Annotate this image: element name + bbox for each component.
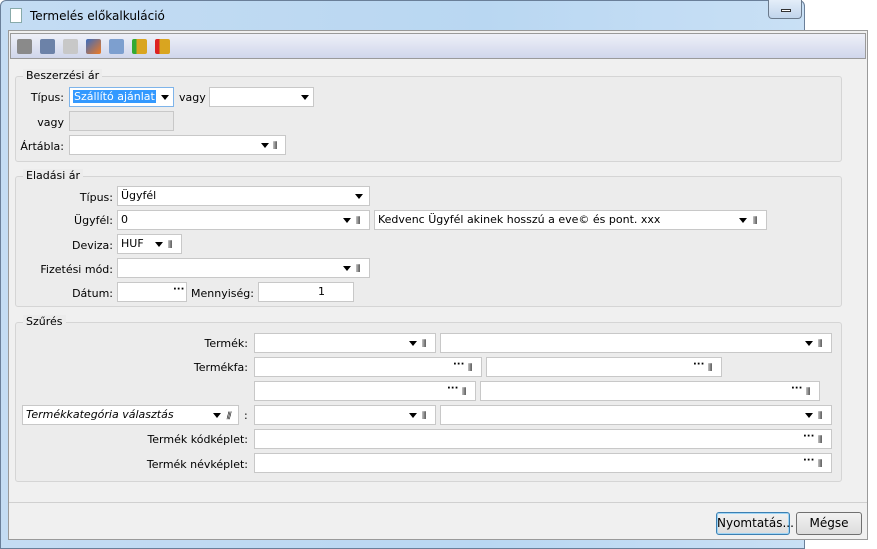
database-refresh-icon[interactable] <box>132 39 147 54</box>
ellipsis-icon[interactable]: ··· <box>453 358 464 374</box>
chevron-down-icon <box>301 95 309 100</box>
chevron-down-icon <box>355 194 363 199</box>
minimize-button[interactable] <box>768 0 802 19</box>
customer-name-select[interactable]: Kedvenc Ügyfél akinek hosszú a eve© és p… <box>374 210 767 230</box>
payment-method-select[interactable]: ⦀ <box>117 258 370 278</box>
currency-value: HUF <box>121 237 144 250</box>
print-preview-icon[interactable] <box>40 39 55 54</box>
name-pattern-field[interactable]: ··· ⦀ <box>254 453 832 473</box>
ellipsis-icon[interactable]: ··· <box>803 454 814 470</box>
group-legend: Eladási ár <box>23 169 84 182</box>
chevron-down-icon <box>409 341 417 346</box>
or-label: vagy <box>179 91 206 104</box>
ellipsis-icon[interactable]: ··· <box>791 382 802 398</box>
selected-value: Ügyfél <box>121 189 157 202</box>
product-category-select[interactable]: Termékkategória választás ⦀ <box>22 405 239 425</box>
database-undo-icon[interactable] <box>155 39 170 54</box>
colon-label: : <box>244 409 248 422</box>
category-code-select[interactable]: ⦀ <box>254 405 436 425</box>
paperclip-icon[interactable]: ⦀ <box>356 261 360 277</box>
chevron-down-icon <box>155 242 163 247</box>
edit-icon[interactable] <box>86 39 101 54</box>
print-button[interactable]: Nyomtatás... <box>716 512 794 535</box>
ellipsis-icon[interactable]: ··· <box>447 382 458 398</box>
type-label: Típus: <box>79 191 113 204</box>
group-legend: Beszerzési ár <box>23 69 103 82</box>
type-label: Típus: <box>30 91 64 104</box>
paperclip-icon[interactable]: ⦀ <box>462 384 466 400</box>
cancel-button[interactable]: Mégse <box>796 512 862 535</box>
group-legend: Szűrés <box>23 315 66 328</box>
chevron-down-icon <box>261 143 269 148</box>
paperclip-icon[interactable]: ⦀ <box>818 456 822 472</box>
document-icon <box>10 8 22 23</box>
category-name-select[interactable]: ⦀ <box>440 405 832 425</box>
chevron-down-icon <box>343 218 351 223</box>
paperclip-icon[interactable]: ⦀ <box>818 336 822 352</box>
paperclip-icon[interactable]: ⦀ <box>168 237 172 253</box>
currency-select[interactable]: HUF ⦀ <box>117 234 182 254</box>
selected-value: Termékkategória választás <box>26 408 174 421</box>
price-table-label: Ártábla: <box>20 140 64 153</box>
copy-icon[interactable] <box>63 39 78 54</box>
chevron-down-icon <box>213 413 221 418</box>
customer-code: 0 <box>121 213 128 226</box>
chevron-down-icon <box>409 413 417 418</box>
ellipsis-icon[interactable]: ··· <box>173 283 184 299</box>
code-pattern-label: Termék kódképlet: <box>147 433 248 446</box>
product-label: Termék: <box>204 337 248 350</box>
code-pattern-field[interactable]: ··· ⦀ <box>254 429 832 449</box>
paperclip-icon[interactable]: ⦀ <box>422 408 426 424</box>
product-name-select[interactable]: ⦀ <box>440 333 832 353</box>
customer-label: Ügyfél: <box>74 214 113 227</box>
name-pattern-label: Termék névképlet: <box>146 458 248 471</box>
paperclip-icon[interactable]: ⦀ <box>818 432 822 448</box>
window-title: Termelés előkalkuláció <box>30 9 165 23</box>
paperclip-icon[interactable]: ⦀ <box>806 384 810 400</box>
quantity-field[interactable]: 1 <box>258 282 354 302</box>
paperclip-icon[interactable]: ⦀ <box>226 408 230 424</box>
product-tree-field[interactable]: ··· ⦀ <box>254 357 482 377</box>
calculator-icon[interactable] <box>109 39 124 54</box>
product-tree-label: Termékfa: <box>193 361 248 374</box>
print-icon[interactable] <box>17 39 32 54</box>
quantity-label: Mennyiség: <box>191 287 254 300</box>
paperclip-icon[interactable]: ⦀ <box>818 408 822 424</box>
paperclip-icon[interactable]: ⦀ <box>753 213 757 229</box>
paperclip-icon[interactable]: ⦀ <box>708 360 712 376</box>
chevron-down-icon <box>805 413 813 418</box>
date-label: Dátum: <box>72 287 113 300</box>
product-tree-name-field[interactable]: ··· ⦀ <box>486 357 722 377</box>
ellipsis-icon[interactable]: ··· <box>803 430 814 446</box>
chevron-down-icon <box>343 266 351 271</box>
divider <box>9 502 867 503</box>
purchase-type-alt-select[interactable] <box>209 87 314 107</box>
price-table-select[interactable]: ⦀ <box>69 135 286 155</box>
paperclip-icon[interactable]: ⦀ <box>273 138 277 154</box>
payment-method-label: Fizetési mód: <box>40 263 113 276</box>
customer-code-select[interactable]: 0 ⦀ <box>117 210 370 230</box>
chevron-down-icon <box>161 95 169 100</box>
currency-label: Deviza: <box>71 239 113 252</box>
sales-type-select[interactable]: Ügyfél <box>117 186 370 206</box>
product-tree-name-field-2[interactable]: ··· ⦀ <box>480 381 820 401</box>
paperclip-icon[interactable]: ⦀ <box>356 213 360 229</box>
chevron-down-icon <box>805 341 813 346</box>
ellipsis-icon[interactable]: ··· <box>693 358 704 374</box>
selected-value: Szállító ajánlat <box>73 90 156 103</box>
purchase-type-select[interactable]: Szállító ajánlat <box>69 87 174 107</box>
product-code-select[interactable]: ⦀ <box>254 333 436 353</box>
purchase-alt-field <box>69 111 174 131</box>
product-tree-field-2[interactable]: ··· ⦀ <box>254 381 476 401</box>
chevron-down-icon <box>739 218 747 223</box>
paperclip-icon[interactable]: ⦀ <box>422 336 426 352</box>
toolbar <box>10 33 866 59</box>
paperclip-icon[interactable]: ⦀ <box>468 360 472 376</box>
or-label-2: vagy <box>37 116 64 129</box>
date-field[interactable]: ··· <box>117 282 187 302</box>
customer-name: Kedvenc Ügyfél akinek hosszú a eve© és p… <box>378 213 661 226</box>
